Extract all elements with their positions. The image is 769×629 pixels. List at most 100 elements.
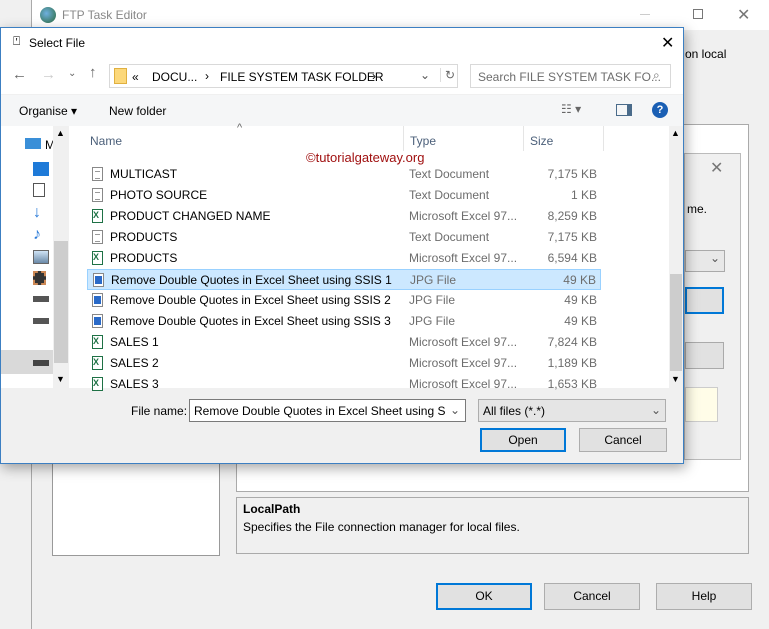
scroll-thumb[interactable] bbox=[670, 274, 682, 371]
watermark: ©tutorialgateway.org bbox=[306, 150, 425, 165]
window-title: FTP Task Editor bbox=[62, 8, 147, 22]
excel-file-icon bbox=[92, 209, 103, 223]
file-row[interactable]: PRODUCTS Text Document 7,175 KB bbox=[87, 227, 601, 248]
search-placeholder: Search FILE SYSTEM TASK FO... bbox=[478, 70, 661, 84]
file-type: Text Document bbox=[409, 188, 490, 202]
column-divider[interactable] bbox=[603, 126, 604, 151]
drive-icon[interactable] bbox=[33, 318, 49, 324]
file-size: 7,824 KB bbox=[547, 335, 597, 349]
column-divider[interactable] bbox=[523, 126, 524, 151]
view-options-icon[interactable]: ☷ ▾ bbox=[561, 102, 581, 116]
dropdown[interactable]: ⌄ bbox=[685, 250, 725, 272]
close-icon[interactable]: ✕ bbox=[710, 158, 723, 178]
file-name: Remove Double Quotes in Excel Sheet usin… bbox=[111, 273, 392, 287]
nav-scrollbar[interactable]: ▲ ▼ bbox=[53, 126, 69, 388]
drive-icon[interactable] bbox=[33, 296, 49, 302]
file-size: 6,594 KB bbox=[547, 251, 597, 265]
file-name: Remove Double Quotes in Excel Sheet usin… bbox=[110, 293, 391, 307]
up-arrow-icon[interactable]: ↑ bbox=[89, 64, 97, 81]
breadcrumb-documents[interactable]: DOCU... bbox=[152, 70, 197, 84]
partial-text: on local bbox=[685, 47, 727, 61]
file-type: Microsoft Excel 97... bbox=[409, 335, 518, 349]
file-type-filter[interactable]: All files (*.*) ⌄ bbox=[478, 399, 666, 422]
file-name: PRODUCTS bbox=[110, 230, 178, 244]
file-name: PRODUCTS bbox=[110, 251, 178, 265]
file-row[interactable]: SALES 3 Microsoft Excel 97... 1,653 KB bbox=[87, 374, 601, 395]
help-button[interactable]: Help bbox=[656, 583, 752, 610]
new-folder-button[interactable]: New folder bbox=[109, 104, 166, 118]
maximize-button[interactable] bbox=[693, 9, 703, 19]
breadcrumb-current-folder[interactable]: FILE SYSTEM TASK FOLDER bbox=[220, 70, 384, 84]
chevron-down-icon[interactable]: ⌄ bbox=[450, 403, 460, 417]
ok-button[interactable]: OK bbox=[436, 583, 532, 610]
file-row[interactable]: Remove Double Quotes in Excel Sheet usin… bbox=[87, 269, 601, 290]
close-button[interactable]: ✕ bbox=[661, 33, 674, 53]
pictures-icon[interactable] bbox=[33, 250, 49, 264]
open-button[interactable]: Open bbox=[480, 428, 566, 452]
address-dropdown-icon[interactable]: ⌄ bbox=[420, 68, 430, 82]
list-scrollbar[interactable]: ▲ ▼ bbox=[669, 126, 683, 388]
file-row[interactable]: PHOTO SOURCE Text Document 1 KB bbox=[87, 185, 601, 206]
column-header-name[interactable]: Name bbox=[90, 134, 122, 148]
file-name: SALES 2 bbox=[110, 356, 159, 370]
file-name-value: Remove Double Quotes in Excel Sheet usin… bbox=[194, 404, 446, 418]
forward-arrow-icon[interactable]: → bbox=[41, 66, 56, 83]
music-icon[interactable]: ♪ bbox=[33, 227, 49, 243]
scroll-up-icon[interactable]: ▲ bbox=[671, 128, 680, 138]
file-size: 7,175 KB bbox=[547, 230, 597, 244]
scroll-thumb[interactable] bbox=[54, 241, 68, 363]
cancel-button[interactable]: Cancel bbox=[544, 583, 640, 610]
file-type: JPG File bbox=[410, 273, 457, 287]
desktop-icon[interactable] bbox=[33, 162, 49, 176]
videos-icon[interactable] bbox=[33, 271, 46, 285]
file-type: Text Document bbox=[409, 167, 490, 181]
file-row[interactable]: SALES 2 Microsoft Excel 97... 1,189 KB bbox=[87, 353, 601, 374]
breadcrumb-overflow[interactable]: « bbox=[132, 70, 139, 84]
file-row[interactable]: SALES 1 Microsoft Excel 97... 7,824 KB bbox=[87, 332, 601, 353]
help-icon[interactable]: ? bbox=[652, 102, 668, 118]
documents-icon[interactable] bbox=[33, 183, 45, 197]
column-header-type[interactable]: Type bbox=[410, 134, 436, 148]
file-row[interactable]: PRODUCT CHANGED NAME Microsoft Excel 97.… bbox=[87, 206, 601, 227]
dialog-title: Select File bbox=[29, 36, 86, 50]
breadcrumb-separator: › bbox=[372, 69, 376, 83]
nav-bar: ← → ⌄ ↑ « DOCU... › FILE SYSTEM TASK FOL… bbox=[1, 58, 683, 94]
minimize-button[interactable] bbox=[640, 14, 650, 15]
description-box: LocalPath Specifies the File connection … bbox=[236, 497, 749, 554]
this-pc-icon[interactable] bbox=[25, 138, 41, 149]
refresh-icon[interactable]: ↻ bbox=[440, 68, 455, 82]
jpg-file-icon bbox=[93, 273, 104, 287]
preview-pane-icon[interactable] bbox=[616, 104, 632, 116]
file-size: 1,653 KB bbox=[547, 377, 597, 391]
nav-item-selected[interactable] bbox=[1, 350, 53, 374]
button[interactable] bbox=[685, 287, 724, 314]
file-row[interactable]: Remove Double Quotes in Excel Sheet usin… bbox=[87, 290, 601, 311]
address-bar[interactable]: « DOCU... › FILE SYSTEM TASK FOLDER › ⌄ … bbox=[109, 64, 458, 88]
file-type: Microsoft Excel 97... bbox=[409, 356, 518, 370]
breadcrumb-separator: › bbox=[205, 69, 209, 83]
excel-file-icon bbox=[92, 335, 103, 349]
cancel-button[interactable]: Cancel bbox=[579, 428, 667, 452]
column-divider[interactable] bbox=[403, 126, 404, 151]
partial-text: me. bbox=[687, 202, 708, 216]
downloads-icon[interactable]: ↓ bbox=[33, 205, 49, 221]
close-button[interactable]: ✕ bbox=[737, 5, 750, 25]
scroll-down-icon[interactable]: ▼ bbox=[56, 374, 65, 384]
file-row[interactable]: Remove Double Quotes in Excel Sheet usin… bbox=[87, 311, 601, 332]
back-arrow-icon[interactable]: ← bbox=[12, 66, 27, 83]
button[interactable] bbox=[685, 342, 724, 369]
scroll-down-icon[interactable]: ▼ bbox=[671, 374, 680, 384]
jpg-file-icon bbox=[92, 293, 103, 307]
organise-menu[interactable]: Organise ▾ bbox=[19, 104, 77, 118]
file-name-input[interactable]: Remove Double Quotes in Excel Sheet usin… bbox=[189, 399, 466, 422]
file-row[interactable]: PRODUCTS Microsoft Excel 97... 6,594 KB bbox=[87, 248, 601, 269]
recent-chevron-icon[interactable]: ⌄ bbox=[68, 68, 76, 79]
file-row[interactable]: MULTICAST Text Document 7,175 KB bbox=[87, 164, 601, 185]
chevron-down-icon: ⌄ bbox=[651, 403, 662, 417]
column-header-size[interactable]: Size bbox=[530, 134, 553, 148]
ftp-globe-icon bbox=[40, 7, 56, 23]
file-size: 49 KB bbox=[563, 273, 596, 287]
search-input[interactable]: Search FILE SYSTEM TASK FO... ⌕ bbox=[470, 64, 671, 88]
file-type: Microsoft Excel 97... bbox=[409, 251, 518, 265]
scroll-up-icon[interactable]: ▲ bbox=[56, 128, 65, 138]
